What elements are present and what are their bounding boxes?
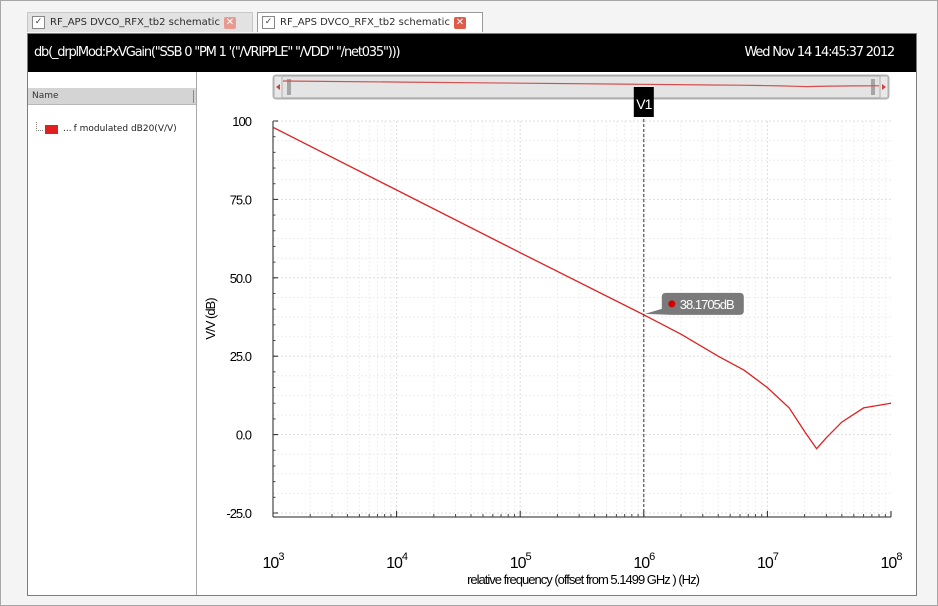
readout-value: 38.1705dB <box>680 297 734 312</box>
overview-scrollbar[interactable] <box>272 74 890 100</box>
scrollbar-thumb[interactable] <box>279 75 883 99</box>
x-tick-label: 103 <box>263 551 285 572</box>
y-tick-label: 100 <box>232 114 251 129</box>
x-tick-label: 106 <box>633 551 655 572</box>
axes: 100 75.0 50.0 25.0 0.0 -25.0 103 104 105 106 107 10… <box>226 114 903 572</box>
x-axis-label: relative frequency (offset from 5.1499 G… <box>467 572 699 587</box>
y-axis-label: V/V (dB) <box>203 298 218 340</box>
readout-dot <box>668 300 676 308</box>
x-tick-label: 105 <box>510 551 532 572</box>
x-tick-label: 108 <box>881 551 903 572</box>
y-tick-label: -25.0 <box>226 506 251 521</box>
series-line[interactable] <box>272 126 892 450</box>
y-tick-label: 75.0 <box>230 192 252 207</box>
marker-readout[interactable]: 38.1705dB <box>644 292 744 315</box>
y-tick-label: 0.0 <box>236 428 252 443</box>
marker-name: V1 <box>636 96 652 112</box>
x-tick-label: 104 <box>386 551 408 572</box>
chart-area: 100 75.0 50.0 25.0 0.0 -25.0 103 104 105 106 107 10… <box>203 74 903 587</box>
y-tick-label: 25.0 <box>230 349 252 364</box>
x-tick-label: 107 <box>757 551 779 572</box>
grid <box>272 120 891 514</box>
app-window: ✓ RF_APS DVCO_RFX_tb2 schematic ✕ ✓ RF_A… <box>0 0 938 606</box>
vertical-marker[interactable]: V1 <box>633 87 654 516</box>
y-tick-label: 50.0 <box>230 271 252 286</box>
series-layer <box>272 126 892 450</box>
